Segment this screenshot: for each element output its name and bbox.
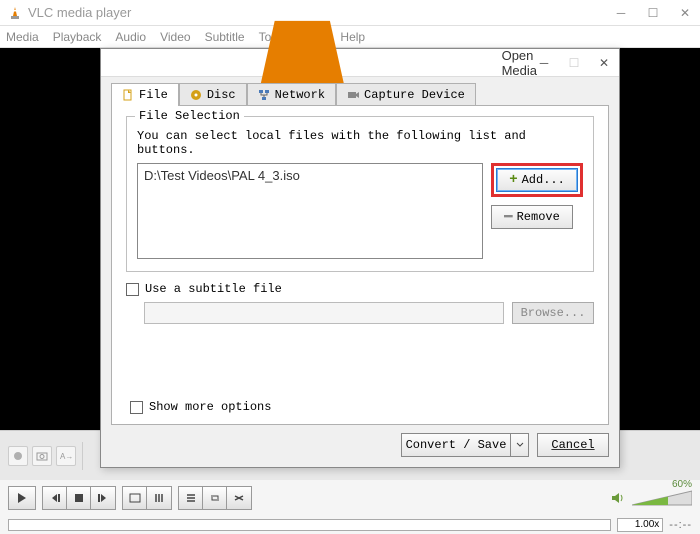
fullscreen-button[interactable] — [123, 487, 147, 509]
time-display: --:-- — [669, 519, 692, 531]
convert-save-combo: Convert / Save — [401, 433, 529, 457]
show-more-checkbox[interactable] — [130, 401, 143, 414]
remove-button[interactable]: ━Remove — [491, 205, 573, 229]
loop-button[interactable] — [203, 487, 227, 509]
convert-save-button[interactable]: Convert / Save — [401, 433, 511, 457]
minimize-button[interactable]: ─ — [614, 6, 628, 20]
dialog-window-controls: ─ ☐ ✕ — [537, 56, 611, 70]
file-selection-helper: You can select local files with the foll… — [137, 129, 583, 157]
file-selection-legend: File Selection — [135, 109, 244, 123]
minus-icon: ━ — [504, 209, 512, 226]
tab-network[interactable]: Network — [247, 83, 336, 106]
close-button[interactable]: ✕ — [678, 6, 692, 20]
convert-save-dropdown[interactable] — [511, 433, 529, 457]
menu-playback[interactable]: Playback — [53, 30, 102, 44]
playlist-group — [178, 486, 252, 510]
dialog-maximize-button[interactable]: ☐ — [567, 56, 581, 70]
seek-bar[interactable] — [8, 519, 611, 531]
chevron-down-icon — [516, 442, 524, 448]
dialog-footer: Show more options — [126, 400, 594, 414]
subtitle-browse-button: Browse... — [512, 302, 594, 324]
main-window-controls: ─ ☐ ✕ — [614, 6, 692, 20]
view-group — [122, 486, 172, 510]
dialog-close-button[interactable]: ✕ — [597, 56, 611, 70]
speaker-icon[interactable] — [610, 491, 626, 505]
file-tab-panel: File Selection You can select local file… — [111, 105, 609, 425]
volume-control: 60% — [610, 489, 692, 507]
menu-media[interactable]: Media — [6, 30, 39, 44]
svg-text:A→B: A→B — [60, 452, 72, 461]
tab-disc[interactable]: Disc — [179, 83, 247, 106]
file-icon — [122, 89, 134, 101]
loop-a-b-button[interactable]: A→B — [56, 446, 76, 466]
snapshot-button[interactable] — [32, 446, 52, 466]
add-button-highlight: +Add... — [491, 163, 583, 197]
open-media-dialog: Open Media ─ ☐ ✕ File Disc Network Captu… — [100, 48, 620, 468]
dialog-action-buttons: Convert / Save Cancel — [401, 433, 609, 457]
next-button[interactable] — [91, 487, 115, 509]
subtitle-label: Use a subtitle file — [145, 282, 282, 296]
dialog-tabs: File Disc Network Capture Device — [111, 83, 609, 106]
tab-file[interactable]: File — [111, 83, 179, 106]
previous-button[interactable] — [43, 487, 67, 509]
progress-row: 1.00x --:-- — [0, 516, 700, 534]
playback-controls: 60% — [0, 480, 700, 516]
dialog-titlebar: Open Media ─ ☐ ✕ — [101, 49, 619, 77]
dialog-minimize-button[interactable]: ─ — [537, 56, 551, 70]
dialog-body: File Disc Network Capture Device File Se… — [101, 77, 619, 467]
show-more-label: Show more options — [149, 400, 271, 414]
cancel-button[interactable]: Cancel — [537, 433, 609, 457]
capture-icon — [347, 89, 359, 101]
file-selection-fieldset: File Selection You can select local file… — [126, 116, 594, 272]
transport-group — [42, 486, 116, 510]
record-controls: A→B — [8, 442, 83, 470]
record-button[interactable] — [8, 446, 28, 466]
stop-button[interactable] — [67, 487, 91, 509]
subtitle-browse-row: Browse... — [126, 302, 594, 324]
volume-slider[interactable]: 60% — [632, 489, 692, 507]
show-more-row: Show more options — [130, 400, 271, 414]
subtitle-checkbox-row: Use a subtitle file — [126, 282, 594, 296]
plus-icon: + — [509, 172, 517, 188]
vlc-cone-icon — [8, 6, 22, 20]
dialog-title: Open Media — [502, 48, 537, 78]
network-icon — [258, 89, 270, 101]
maximize-button[interactable]: ☐ — [646, 6, 660, 20]
file-list-item[interactable]: D:\Test Videos\PAL 4_3.iso — [144, 168, 476, 183]
file-list[interactable]: D:\Test Videos\PAL 4_3.iso — [137, 163, 483, 259]
add-button[interactable]: +Add... — [496, 168, 578, 192]
subtitle-checkbox[interactable] — [126, 283, 139, 296]
extended-settings-button[interactable] — [147, 487, 171, 509]
shuffle-button[interactable] — [227, 487, 251, 509]
playlist-button[interactable] — [179, 487, 203, 509]
disc-icon — [190, 89, 202, 101]
subtitle-path-input — [144, 302, 504, 324]
play-button[interactable] — [8, 486, 36, 510]
playback-speed[interactable]: 1.00x — [617, 518, 663, 532]
tab-capture[interactable]: Capture Device — [336, 83, 476, 106]
